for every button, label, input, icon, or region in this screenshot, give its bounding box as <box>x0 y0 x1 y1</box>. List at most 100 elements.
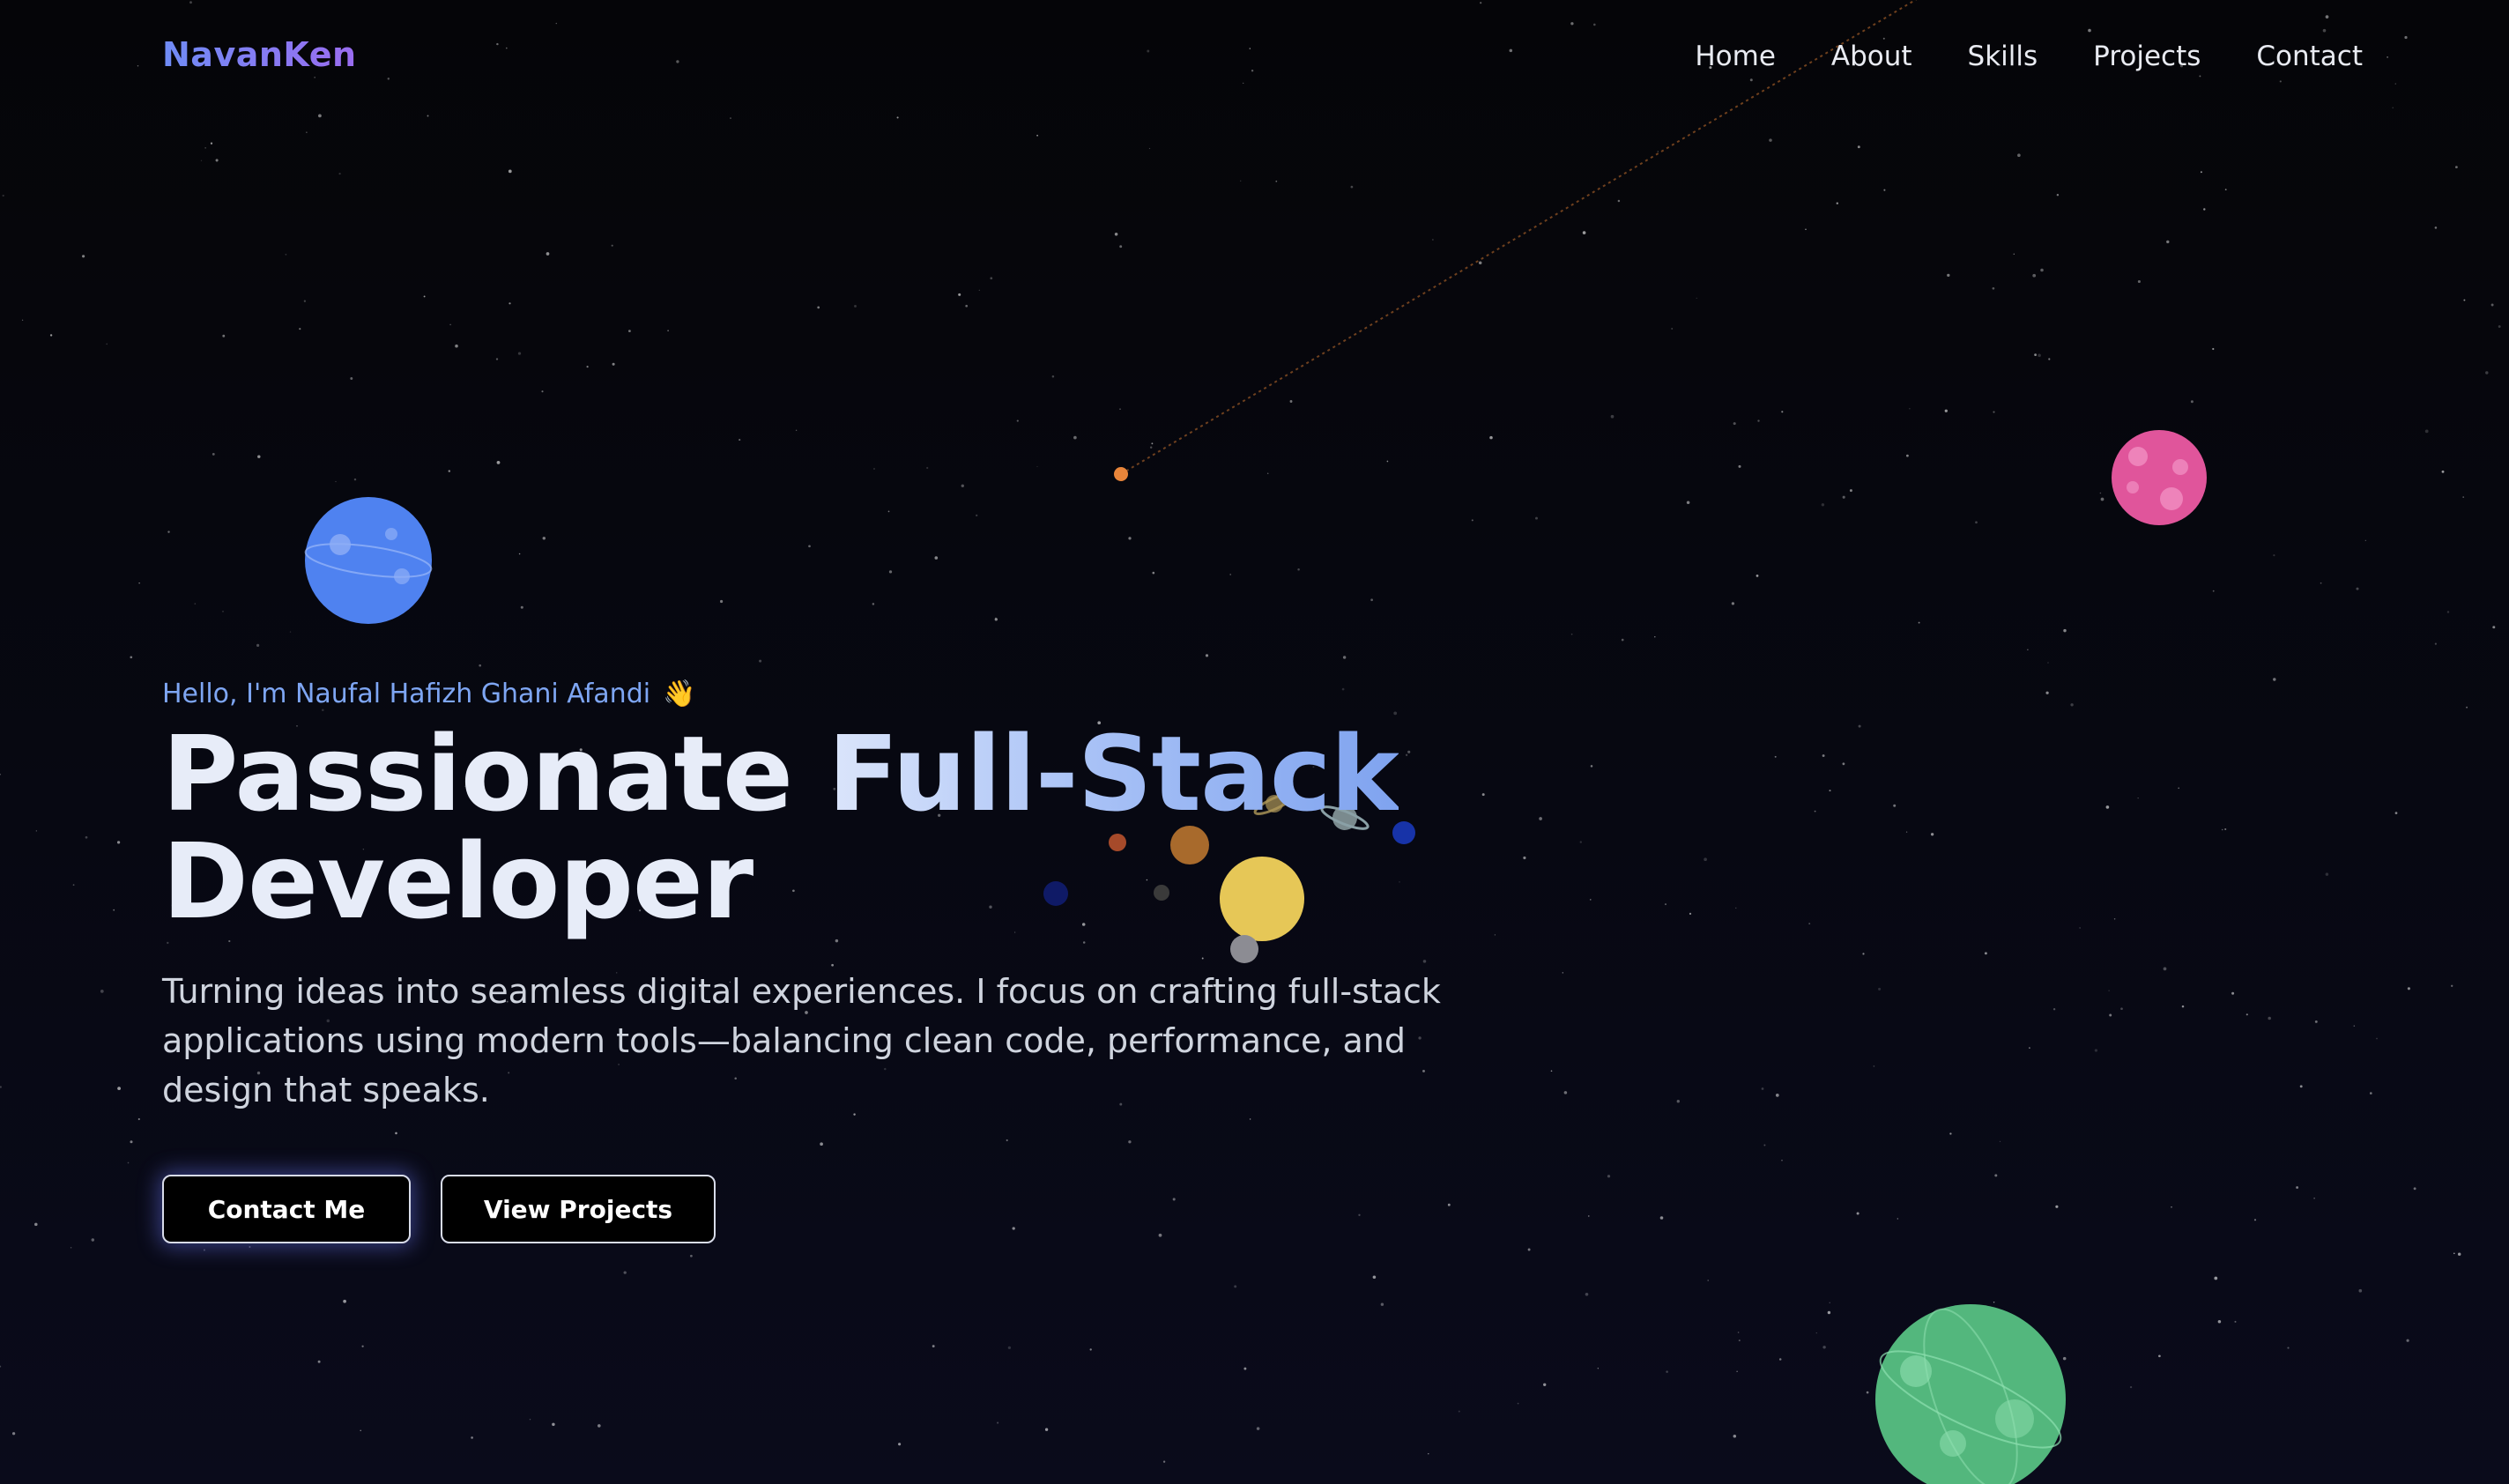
star <box>2453 1252 2455 1255</box>
star <box>1036 134 1038 137</box>
star <box>2413 1187 2416 1191</box>
star <box>1822 1346 1826 1349</box>
star <box>1289 400 1293 403</box>
star <box>2455 166 2458 169</box>
star <box>496 461 501 464</box>
star <box>2163 967 2167 971</box>
star <box>1119 408 1121 410</box>
star <box>517 352 522 355</box>
star <box>2463 299 2466 301</box>
star <box>611 244 613 247</box>
star <box>1689 912 1692 916</box>
star <box>2088 28 2091 33</box>
star <box>1535 516 1538 520</box>
star <box>506 47 508 49</box>
star <box>795 429 798 431</box>
nav-link-home[interactable]: Home <box>1695 41 1776 72</box>
star <box>1073 435 1077 440</box>
star <box>1999 1140 2001 1143</box>
star <box>1621 638 1624 642</box>
star <box>739 439 741 441</box>
nav-link-contact[interactable]: Contact <box>2256 41 2363 72</box>
star <box>2394 83 2396 85</box>
star <box>1858 724 1861 728</box>
star <box>222 611 224 612</box>
star <box>1704 857 1707 862</box>
star <box>2040 268 2044 272</box>
star <box>1994 1174 1998 1177</box>
star <box>1380 1302 1384 1306</box>
contact-me-button[interactable]: Contact Me <box>162 1175 411 1243</box>
star <box>2099 492 2102 494</box>
star <box>1805 228 1807 231</box>
star <box>35 830 37 832</box>
star <box>873 468 875 470</box>
green-planet-icon <box>1875 1304 2066 1484</box>
nav-link-projects[interactable]: Projects <box>2093 41 2201 72</box>
star <box>2364 539 2366 541</box>
brand-logo[interactable]: NavanKen <box>162 35 357 74</box>
star <box>116 841 121 844</box>
star <box>137 65 139 67</box>
star <box>2485 371 2489 375</box>
star <box>257 455 261 458</box>
star <box>1570 633 1573 635</box>
star <box>2424 429 2429 434</box>
star <box>1539 817 1542 820</box>
star <box>2299 1085 2303 1088</box>
star <box>2325 872 2329 876</box>
star <box>299 328 301 330</box>
star <box>353 478 357 481</box>
star <box>2038 353 2041 358</box>
star <box>1592 23 1596 26</box>
star <box>759 659 762 663</box>
star <box>2273 678 2276 681</box>
star <box>612 362 615 366</box>
star <box>2137 279 2141 284</box>
star <box>2231 991 2235 995</box>
star <box>289 631 292 633</box>
nav-link-skills[interactable]: Skills <box>1968 41 2038 72</box>
star <box>1749 78 1753 82</box>
star <box>1883 189 1886 191</box>
star <box>1016 419 1019 422</box>
nav-item-contact: Contact <box>2256 41 2363 72</box>
star <box>2120 1007 2123 1011</box>
star <box>1671 328 1674 330</box>
star <box>2178 787 2179 790</box>
star <box>872 603 875 605</box>
view-projects-button[interactable]: View Projects <box>441 1175 716 1243</box>
star <box>1458 1410 1460 1413</box>
star <box>117 1087 122 1090</box>
star <box>1930 833 1934 836</box>
star <box>1882 37 1885 40</box>
star <box>2063 628 2067 633</box>
star <box>2296 1186 2299 1189</box>
star <box>1152 571 1155 575</box>
star <box>1350 185 1354 189</box>
star <box>2108 990 2110 991</box>
star <box>2158 1354 2161 1358</box>
star <box>222 334 226 338</box>
star <box>720 599 724 604</box>
star <box>1205 654 1209 657</box>
star <box>471 1436 473 1439</box>
star <box>72 884 75 887</box>
star <box>1386 460 1389 463</box>
star <box>1550 1070 1553 1072</box>
star <box>1240 180 1242 182</box>
nav-link-about[interactable]: About <box>1831 41 1912 72</box>
star <box>508 302 511 305</box>
star <box>2129 1385 2133 1389</box>
star <box>2212 347 2215 351</box>
star <box>106 343 108 345</box>
star <box>518 553 521 555</box>
star <box>2466 706 2468 709</box>
star <box>1736 1370 1738 1372</box>
star <box>2109 1013 2112 1017</box>
star <box>335 480 337 483</box>
star <box>1733 1435 1737 1438</box>
star <box>1582 231 1586 234</box>
star <box>1588 1215 1590 1217</box>
star <box>2166 240 2170 244</box>
